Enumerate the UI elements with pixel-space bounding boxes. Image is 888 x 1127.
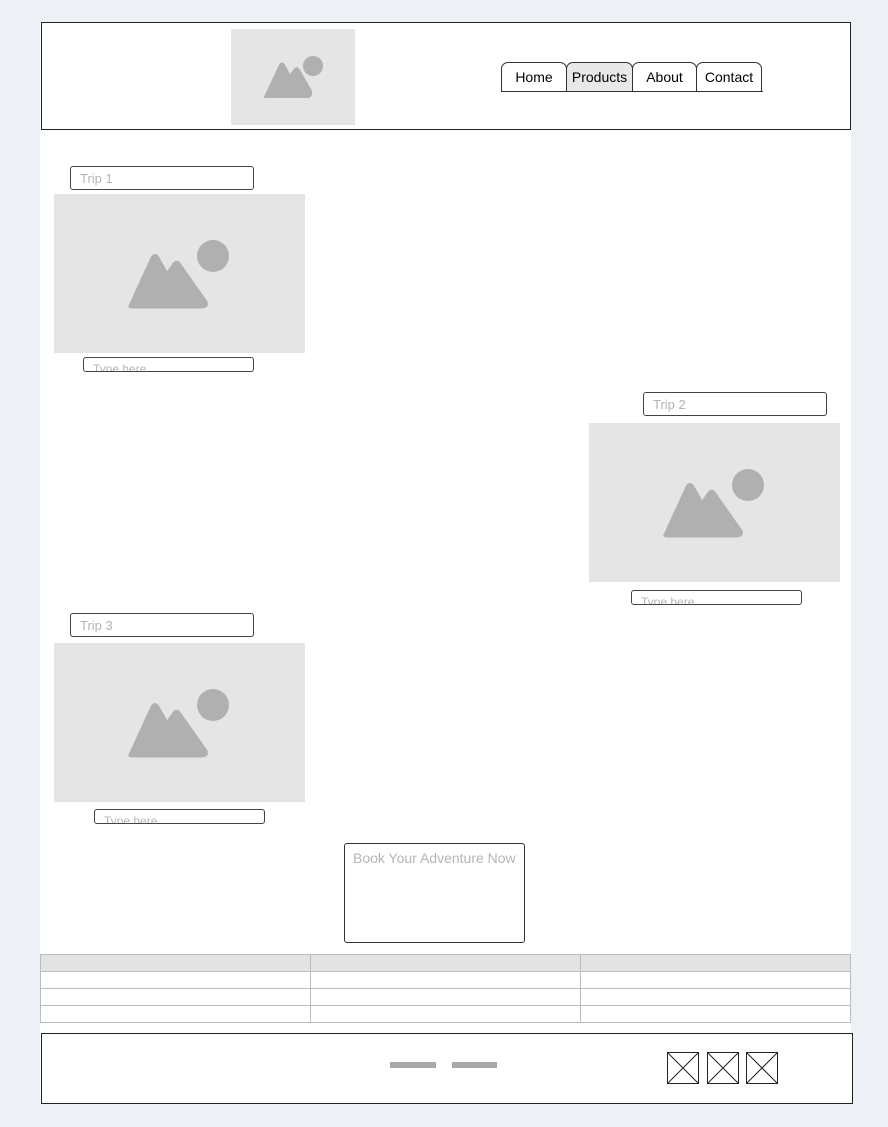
table-cell xyxy=(580,1005,851,1023)
trip-3-image xyxy=(54,643,305,802)
trip-1-title-input[interactable]: Trip 1 xyxy=(70,166,254,190)
image-placeholder-icon xyxy=(663,469,764,538)
tabs-baseline xyxy=(501,91,763,92)
logo-image xyxy=(231,29,355,125)
table-cell xyxy=(310,988,581,1006)
table-row[interactable] xyxy=(40,988,851,1006)
table-header-cell xyxy=(580,954,851,972)
image-placeholder-icon xyxy=(128,689,229,758)
placeholder-box-icon[interactable] xyxy=(707,1052,739,1084)
book-adventure-textarea[interactable]: Book Your Adventure Now xyxy=(344,843,525,943)
table-cell xyxy=(40,988,311,1006)
table-row[interactable] xyxy=(40,1005,851,1023)
table-cell xyxy=(580,988,851,1006)
table-cell xyxy=(40,971,311,989)
nav-tabs: Home Products About Contact xyxy=(501,62,762,92)
table-cell xyxy=(580,971,851,989)
placeholder-box-icon[interactable] xyxy=(667,1052,699,1084)
trip-3-caption-input[interactable]: Type here xyxy=(94,809,265,824)
trip-1-image xyxy=(54,194,305,353)
table-cell xyxy=(40,1005,311,1023)
placeholder-box-icon[interactable] xyxy=(746,1052,778,1084)
image-placeholder-icon xyxy=(264,56,323,98)
image-placeholder-icon xyxy=(128,240,229,309)
data-table xyxy=(40,954,851,1023)
footer-link-1[interactable] xyxy=(390,1062,436,1068)
table-cell xyxy=(310,1005,581,1023)
footer-link-2[interactable] xyxy=(452,1062,497,1068)
table-row[interactable] xyxy=(40,971,851,989)
tab-home[interactable]: Home xyxy=(501,62,567,91)
table-cell xyxy=(310,971,581,989)
trip-3-title-input[interactable]: Trip 3 xyxy=(70,613,254,637)
table-header-cell xyxy=(310,954,581,972)
trip-2-title-input[interactable]: Trip 2 xyxy=(643,392,827,416)
tab-products[interactable]: Products xyxy=(566,62,633,91)
trip-1-caption-input[interactable]: Type here xyxy=(83,357,254,372)
table-header-row xyxy=(40,954,851,972)
table-header-cell xyxy=(40,954,311,972)
tab-about[interactable]: About xyxy=(632,62,697,91)
tab-contact[interactable]: Contact xyxy=(696,62,762,91)
trip-2-image xyxy=(589,423,840,582)
trip-2-caption-input[interactable]: Type here xyxy=(631,590,802,605)
